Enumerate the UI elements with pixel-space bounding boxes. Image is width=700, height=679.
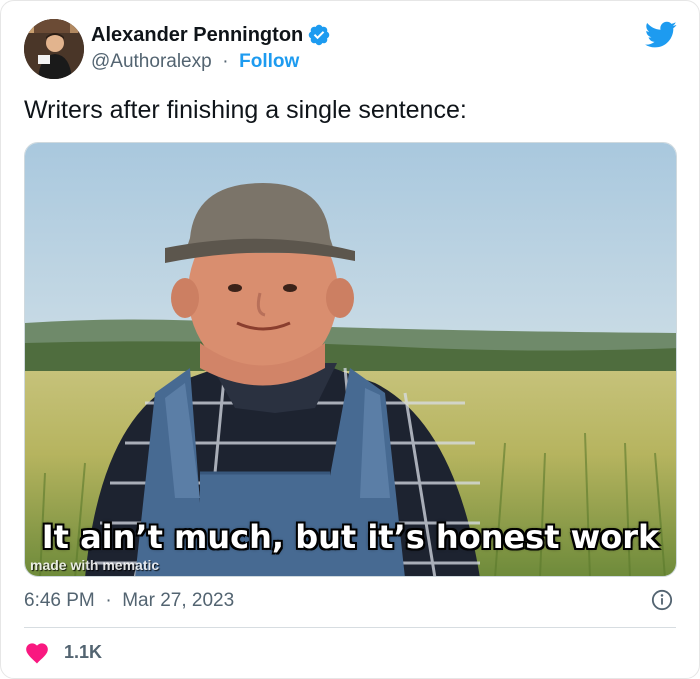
like-count: 1.1K: [64, 641, 103, 662]
author-name[interactable]: Alexander Pennington: [91, 24, 303, 47]
verified-badge-icon: [309, 24, 330, 46]
follow-button[interactable]: Follow: [239, 51, 299, 72]
tweet-text: Writers after finishing a single sentenc…: [24, 96, 467, 124]
avatar-image: [24, 19, 84, 79]
tweet-media-image[interactable]: It ain’t much, but it’s honest work made…: [24, 142, 677, 577]
author-handle[interactable]: @Authoralexp: [91, 51, 212, 72]
info-icon[interactable]: [651, 589, 673, 611]
meme-caption: It ain’t much, but it’s honest work: [41, 518, 660, 556]
heart-icon: [26, 643, 48, 664]
twitter-bird-icon[interactable]: [645, 21, 677, 49]
tweet-date: Mar 27, 2023: [122, 590, 235, 611]
handle-separator: ·: [216, 51, 234, 72]
divider: [24, 627, 676, 628]
timestamp[interactable]: 6:46 PM · Mar 27, 2023: [24, 590, 234, 612]
mematic-watermark: made with mematic: [30, 557, 160, 573]
avatar[interactable]: [24, 19, 84, 79]
tweet-card: Alexander Pennington @Authoralexp · Foll…: [0, 0, 700, 679]
tweet-time: 6:46 PM: [24, 590, 95, 611]
like-button[interactable]: 1.1K: [24, 640, 102, 664]
time-separator: ·: [100, 590, 117, 611]
farmer-meme-image: [25, 143, 676, 576]
